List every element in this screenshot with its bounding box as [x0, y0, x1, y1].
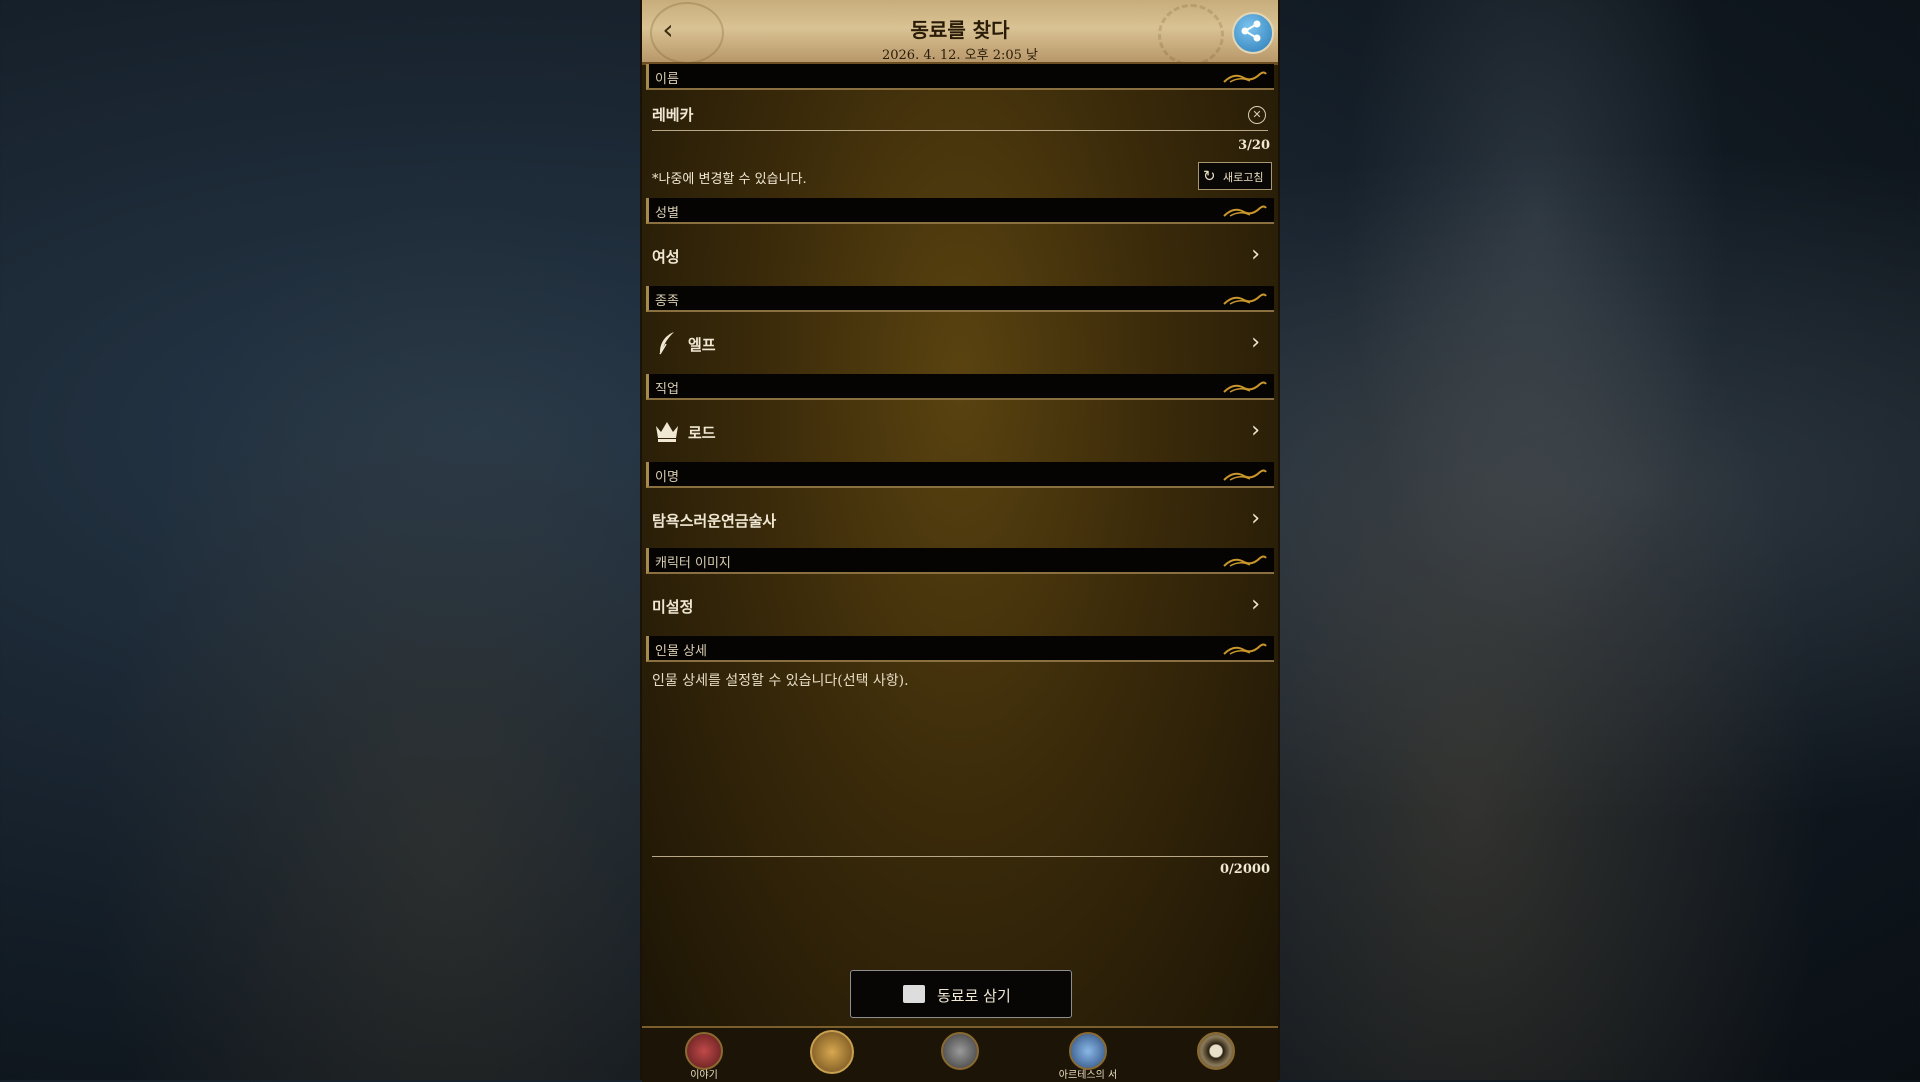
section-header-alias: 이명	[646, 462, 1274, 488]
chevron-right-icon: ›	[1251, 592, 1260, 617]
section-label-race: 종족	[655, 294, 679, 309]
flourish-icon	[1223, 381, 1267, 393]
name-input[interactable]	[652, 98, 1268, 131]
emblem-icon	[810, 1030, 854, 1074]
nav-emblem[interactable]	[802, 1030, 862, 1080]
page-subtitle: 2026. 4. 12. 오후 2:05 낮	[881, 48, 1039, 63]
class-selector[interactable]: 로드 ›	[646, 402, 1274, 460]
clear-input-button[interactable]: ✕	[1248, 106, 1266, 124]
section-label-class: 직업	[655, 382, 679, 397]
nav-book[interactable]: 아르테스의 서	[1058, 1032, 1118, 1081]
section-label-name: 이름	[655, 72, 679, 87]
chevron-right-icon: ›	[1251, 242, 1260, 267]
share-icon	[1241, 20, 1261, 42]
section-label-detail: 인물 상세	[655, 644, 707, 659]
name-note: *나중에 변경할 수 있습니다.	[652, 172, 807, 187]
nav-label-book: 아르테스의 서	[1058, 1070, 1118, 1081]
section-header-class: 직업	[646, 374, 1274, 400]
flourish-icon	[1223, 293, 1267, 305]
section-header-name: 이름	[646, 64, 1274, 90]
nav-horse[interactable]	[930, 1032, 990, 1080]
chevron-right-icon: ›	[1251, 330, 1260, 355]
flourish-icon	[1223, 205, 1267, 217]
scroll-card-icon	[903, 985, 925, 1003]
feather-icon	[659, 332, 674, 355]
horse-icon	[941, 1032, 979, 1070]
section-label-alias: 이명	[655, 470, 679, 485]
flourish-icon	[1223, 555, 1267, 567]
section-label-image: 캐릭터 이미지	[655, 556, 731, 571]
gear-icon	[1197, 1032, 1235, 1070]
character-image-selector[interactable]: 미설정 ›	[646, 576, 1274, 634]
section-header-race: 종족	[646, 286, 1274, 312]
book-icon	[1069, 1032, 1107, 1070]
crown-icon	[656, 422, 678, 442]
race-selector[interactable]: 엘프 ›	[646, 314, 1274, 372]
nav-label-story: 이야기	[690, 1070, 718, 1081]
share-button[interactable]	[1232, 12, 1274, 54]
top-bar: ‹ 동료를 찾다 2026. 4. 12. 오후 2:05 낮	[642, 0, 1278, 66]
flourish-icon	[1223, 469, 1267, 481]
detail-char-counter: 0/2000	[1220, 862, 1270, 877]
flourish-icon	[1223, 71, 1267, 83]
section-header-detail: 인물 상세	[646, 636, 1274, 662]
recruit-button[interactable]: 동료로 삼기	[850, 970, 1072, 1018]
section-header-image: 캐릭터 이미지	[646, 548, 1274, 574]
refresh-button[interactable]: ↻ 새로고침	[1198, 162, 1272, 190]
class-value: 로드	[688, 424, 716, 442]
section-label-gender: 성별	[655, 206, 679, 221]
bottom-nav: 이야기 아르테스의 서	[642, 1026, 1278, 1082]
refresh-label: 새로고침	[1223, 171, 1264, 184]
alias-selector[interactable]: 탐욕스러운연금술사 ›	[646, 490, 1274, 548]
nav-story[interactable]: 이야기	[674, 1032, 734, 1081]
background-left	[0, 0, 640, 1080]
alias-value: 탐욕스러운연금술사	[652, 512, 777, 530]
race-value: 엘프	[688, 336, 716, 354]
name-char-counter: 3/20	[1238, 138, 1270, 153]
refresh-icon: ↻	[1203, 167, 1216, 185]
chevron-right-icon: ›	[1251, 506, 1260, 531]
background-right	[1280, 0, 1920, 1080]
gender-value: 여성	[652, 248, 680, 266]
main-panel: ‹ 동료를 찾다 2026. 4. 12. 오후 2:05 낮 이름 ✕ 3/2…	[640, 0, 1280, 1082]
detail-textarea[interactable]	[652, 668, 1268, 857]
story-icon	[685, 1032, 723, 1070]
gender-selector[interactable]: 여성 ›	[646, 226, 1274, 284]
section-header-gender: 성별	[646, 198, 1274, 224]
recruit-button-label: 동료로 삼기	[937, 987, 1011, 1005]
close-icon: ✕	[1252, 108, 1262, 121]
nav-settings[interactable]	[1186, 1032, 1246, 1080]
chevron-right-icon: ›	[1251, 418, 1260, 443]
page-title: 동료를 찾다	[910, 18, 1010, 42]
image-value: 미설정	[652, 598, 694, 616]
flourish-icon	[1223, 643, 1267, 655]
